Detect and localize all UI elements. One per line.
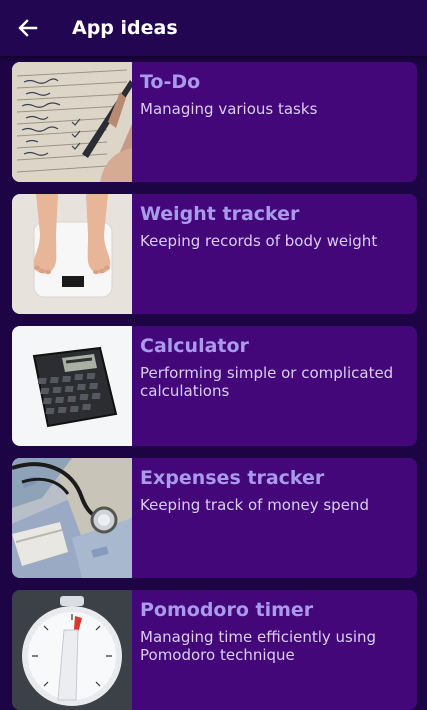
back-button[interactable] — [14, 14, 42, 42]
idea-subtitle: Performing simple or complicated calcula… — [140, 364, 394, 400]
idea-card-calculator[interactable]: Calculator Performing simple or complica… — [12, 326, 417, 446]
idea-card-expenses-tracker[interactable]: Expenses tracker Keeping track of money … — [12, 458, 417, 578]
kitchen-timer-image — [12, 590, 132, 710]
idea-title: Pomodoro timer — [140, 599, 314, 621]
idea-card-weight-tracker[interactable]: Weight tracker Keeping records of body w… — [12, 194, 417, 314]
idea-subtitle: Keeping track of money spend — [140, 496, 369, 514]
arrow-left-icon — [18, 19, 38, 37]
notebook-writing-image — [12, 62, 132, 182]
money-stethoscope-image — [12, 458, 132, 578]
idea-title: Calculator — [140, 335, 249, 357]
page-title: App ideas — [72, 17, 178, 39]
calculator-image — [12, 326, 132, 446]
idea-title: To-Do — [140, 71, 201, 93]
idea-card-todo[interactable]: To-Do Managing various tasks — [12, 62, 417, 182]
bathroom-scale-image — [12, 194, 132, 314]
idea-subtitle: Managing time efficiently using Pomodoro… — [140, 628, 377, 664]
idea-title: Expenses tracker — [140, 467, 325, 489]
idea-title: Weight tracker — [140, 203, 300, 225]
idea-subtitle: Keeping records of body weight — [140, 232, 378, 250]
idea-subtitle: Managing various tasks — [140, 100, 318, 118]
app-bar: App ideas — [0, 0, 427, 56]
idea-card-pomodoro-timer[interactable]: Pomodoro timer Managing time efficiently… — [12, 590, 417, 710]
